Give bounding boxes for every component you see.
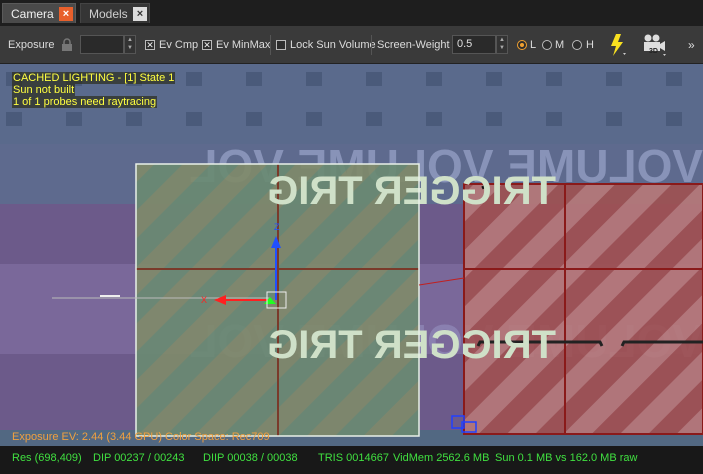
guide-marker [100,295,120,297]
tab-models-close-icon[interactable]: × [133,7,147,21]
ev-cmp-checkbox[interactable]: ✕ [145,40,155,50]
ev-minmax-label: Ev MinMax [216,39,271,51]
exposure-input[interactable] [80,35,124,54]
quality-radio-l[interactable] [517,40,527,50]
vidmem-stat: VidMem 2562.6 MB [393,452,490,464]
sun-status-line: Sun not built [12,84,76,96]
ev-cmp-label: Ev Cmp [159,39,199,51]
quality-radio-m[interactable] [542,40,552,50]
trigger-text-selected-bottom: TRIGGER TRIG [267,323,556,367]
quality-radio-h[interactable] [572,40,582,50]
dip-stat: DIP 00237 / 00243 [93,452,185,464]
tab-bar: Camera × Models × [0,0,703,27]
quality-label-l: L [530,39,537,51]
toolbar-divider [371,35,372,55]
quality-label-m: M [555,39,565,51]
exposure-status: Exposure EV: 2.44 (3.44 GPU) Color Space… [12,431,270,443]
tab-models-label: Models [89,6,128,21]
viewport-scene[interactable]: VOLUME VOLUME VOL VOLUME VOLUME VOL TRIG… [0,64,703,474]
res-stat: Res (698,409) [12,452,82,464]
lock-icon[interactable] [61,38,73,52]
camera-3d-icon[interactable]: 3D [641,32,669,58]
tris-stat: TRIS 0014667 [318,452,389,464]
exposure-spinner[interactable]: ▲ ▼ [124,35,136,54]
ev-minmax-checkbox[interactable]: ✕ [202,40,212,50]
viewport-toolbar: Exposure ▲ ▼ ✕ Ev Cmp ✕ Ev MinMax Lock Su… [0,27,703,64]
camera-mode-label: 3D [649,48,658,55]
tab-camera-label: Camera [11,6,54,21]
screen-weight-input[interactable]: 0.5 [452,35,496,54]
3d-viewport[interactable]: VOLUME VOLUME VOL VOLUME VOLUME VOL TRIG… [0,64,703,474]
tab-camera[interactable]: Camera × [2,3,76,23]
screen-weight-label: Screen-Weight [377,39,450,51]
gizmo-z-label: Z [274,222,280,232]
lighting-status-line: CACHED LIGHTING - [1] State 1 [12,72,176,84]
trigger-volume-red[interactable] [464,184,703,434]
screen-weight-spinner[interactable]: ▲ ▼ [496,35,508,54]
exposure-label: Exposure [8,39,55,51]
gizmo-x-label: X [201,295,207,305]
quality-label-h: H [586,39,594,51]
tab-models[interactable]: Models × [80,3,150,23]
diip-stat: DIIP 00038 / 00038 [203,452,298,464]
lightning-bolt-icon[interactable] [607,32,629,58]
toolbar-divider [270,35,271,55]
lock-sun-volume-checkbox[interactable] [276,40,286,50]
tab-camera-close-icon[interactable]: × [59,7,73,21]
lock-sun-volume-label: Lock Sun Volume [290,39,376,51]
probe-status-line: 1 of 1 probes need raytracing [12,96,158,108]
trigger-text-selected-top: TRIGGER TRIG [267,169,556,213]
sun-memory-stat: Sun 0.1 MB vs 162.0 MB raw [495,452,638,464]
toolbar-overflow-button[interactable]: » [688,27,695,63]
